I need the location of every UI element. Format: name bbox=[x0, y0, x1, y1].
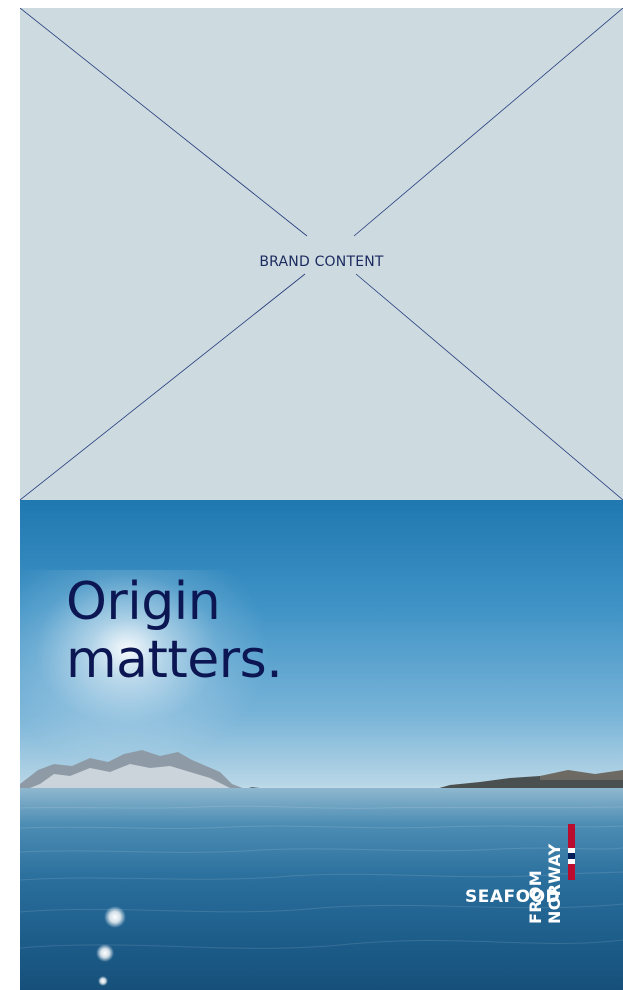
sun-sparkle bbox=[96, 944, 114, 962]
logo-text-from: FROM bbox=[526, 870, 545, 924]
hero-photo: Origin matters. SEAFOOD FROM NORWAY bbox=[20, 500, 623, 990]
norway-flag-bar bbox=[568, 824, 575, 880]
brand-content-placeholder: BRAND CONTENT bbox=[20, 8, 623, 500]
seafood-from-norway-logo: SEAFOOD FROM NORWAY bbox=[465, 824, 575, 924]
headline-line-2: matters. bbox=[66, 630, 283, 690]
logo-text-norway: NORWAY bbox=[545, 843, 564, 924]
hero-headline: Origin matters. bbox=[66, 572, 283, 690]
headline-line-1: Origin bbox=[66, 572, 221, 632]
sun-sparkle bbox=[98, 976, 108, 986]
sun-sparkle bbox=[104, 906, 126, 928]
brand-content-label: BRAND CONTENT bbox=[259, 254, 384, 270]
